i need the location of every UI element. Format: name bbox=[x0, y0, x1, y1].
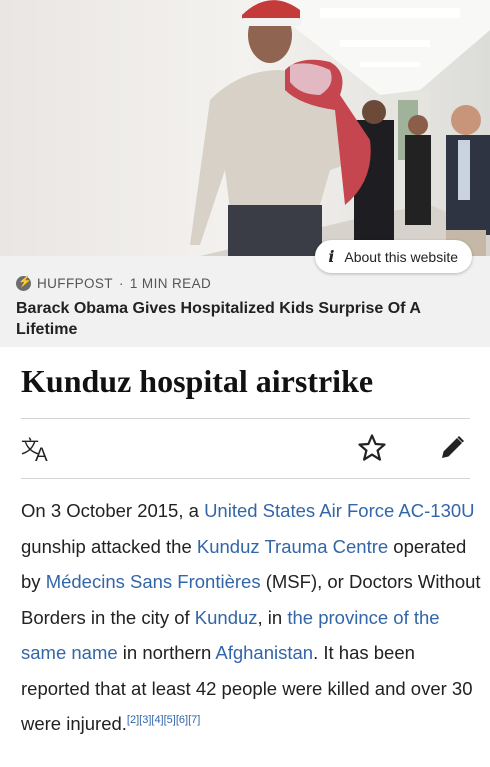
summary-text: gunship attacked the bbox=[21, 535, 197, 557]
star-icon[interactable] bbox=[357, 433, 387, 463]
summary-text: , in bbox=[257, 606, 288, 628]
read-time: 1 MIN READ bbox=[129, 276, 212, 291]
summary-text: in northern bbox=[117, 642, 216, 663]
title-divider bbox=[21, 418, 470, 419]
svg-text:A: A bbox=[35, 445, 48, 462]
news-photo[interactable] bbox=[0, 0, 490, 256]
pencil-icon[interactable] bbox=[437, 433, 467, 463]
link-ac-130u[interactable]: AC-130U bbox=[398, 500, 474, 521]
summary-text: On 3 October 2015, a bbox=[21, 500, 205, 521]
link-msf[interactable]: Médecins Sans Frontières bbox=[46, 571, 261, 592]
link-afghanistan[interactable]: Afghanistan bbox=[215, 642, 313, 663]
link-us-air-force[interactable]: United States Air Force bbox=[204, 500, 394, 521]
info-icon: i bbox=[328, 247, 335, 266]
language-icon[interactable]: 文 A bbox=[21, 434, 55, 462]
page-title: Kunduz hospital airstrike bbox=[21, 363, 374, 399]
toolbar-divider bbox=[21, 478, 470, 479]
lightning-icon bbox=[16, 275, 32, 291]
article-summary: On 3 October 2015, a United States Air F… bbox=[21, 493, 481, 742]
meta-separator: · bbox=[118, 276, 124, 291]
news-card[interactable]: i About this website HUFFPOST · 1 MIN RE… bbox=[0, 0, 490, 347]
about-website-label: About this website bbox=[344, 248, 458, 265]
citation-links[interactable]: [2][3][4][5][6][7] bbox=[127, 714, 200, 726]
link-kunduz[interactable]: Kunduz bbox=[195, 607, 258, 628]
article-meta: HUFFPOST · 1 MIN READ bbox=[16, 275, 212, 291]
about-website-button[interactable]: i About this website bbox=[315, 240, 472, 273]
news-headline[interactable]: Barack Obama Gives Hospitalized Kids Sur… bbox=[16, 298, 476, 340]
source-name: HUFFPOST bbox=[37, 276, 113, 291]
link-kunduz-trauma-centre[interactable]: Kunduz Trauma Centre bbox=[197, 536, 388, 557]
hallway-photo bbox=[0, 0, 490, 256]
